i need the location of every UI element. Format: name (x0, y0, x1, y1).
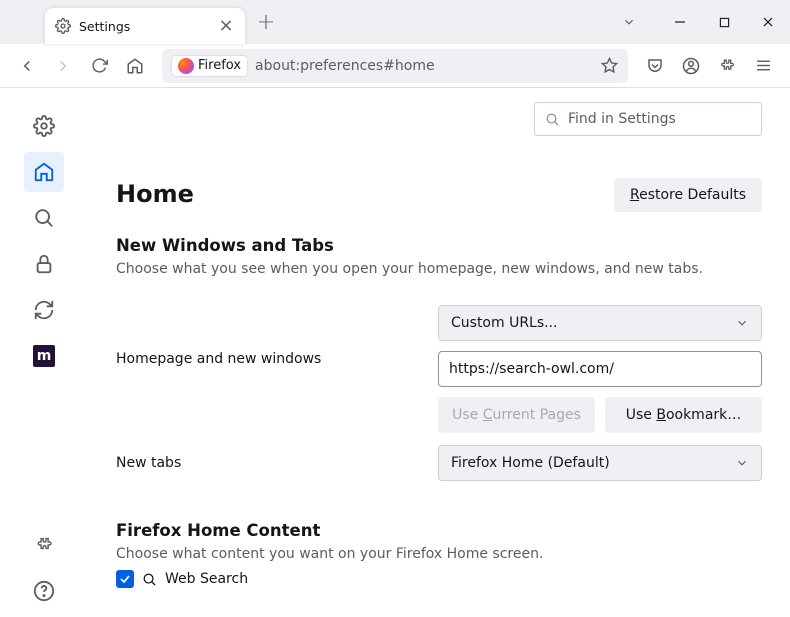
newtabs-select[interactable]: Firefox Home (Default) (438, 445, 762, 481)
url-text: about:preferences#home (255, 58, 435, 74)
sidebar-item-more[interactable]: m (24, 336, 64, 376)
sidebar-item-home[interactable] (24, 152, 64, 192)
reload-button[interactable] (82, 49, 116, 83)
forward-button[interactable] (46, 49, 80, 83)
back-button[interactable] (10, 49, 44, 83)
section-new-windows-tabs: New Windows and Tabs (116, 236, 762, 255)
pocket-button[interactable] (638, 49, 672, 83)
settings-search[interactable]: Find in Settings (534, 102, 762, 136)
search-icon (545, 112, 560, 127)
firefox-badge: Firefox (172, 56, 247, 76)
content: m Find in Settings Home Restore Defaults… (0, 88, 790, 617)
main: Find in Settings Home Restore Defaults N… (88, 88, 790, 617)
search-icon (142, 572, 157, 587)
section-fhc-desc: Choose what content you want on your Fir… (116, 546, 762, 562)
firefox-logo-icon (178, 58, 194, 74)
tab-title: Settings (79, 19, 130, 34)
section-firefox-home-content: Firefox Home Content (116, 521, 762, 540)
home-button[interactable] (118, 49, 152, 83)
extensions-button[interactable] (710, 49, 744, 83)
tab-settings[interactable]: Settings × (45, 8, 245, 44)
close-window-button[interactable] (746, 0, 790, 44)
chevron-down-icon (735, 456, 749, 470)
sidebar-item-help[interactable] (24, 571, 64, 611)
homepage-select[interactable]: Custom URLs... (438, 305, 762, 341)
bookmark-star-icon[interactable] (601, 57, 618, 74)
search-placeholder: Find in Settings (568, 111, 676, 127)
sidebar-item-search[interactable] (24, 198, 64, 238)
checkbox-checked-icon[interactable] (116, 570, 134, 588)
sidebar-item-extensions[interactable] (24, 525, 64, 565)
section-nwt-desc: Choose what you see when you open your h… (116, 261, 762, 277)
tabs-dropdown-icon[interactable] (613, 0, 645, 44)
newtabs-select-value: Firefox Home (Default) (451, 455, 610, 471)
badge-text: Firefox (198, 58, 241, 73)
titlebar: Settings × + (0, 0, 790, 44)
homepage-label: Homepage and new windows (116, 305, 438, 367)
window-controls (658, 0, 790, 44)
account-button[interactable] (674, 49, 708, 83)
url-bar[interactable]: Firefox about:preferences#home (162, 49, 628, 83)
use-bookmark-button[interactable]: Use Bookmark… (605, 397, 762, 433)
sidebar-item-privacy[interactable] (24, 244, 64, 284)
m-icon: m (33, 345, 55, 367)
restore-defaults-button[interactable]: Restore Defaults (614, 178, 762, 212)
maximize-button[interactable] (702, 0, 746, 44)
sidebar-item-sync[interactable] (24, 290, 64, 330)
toolbar: Firefox about:preferences#home (0, 44, 790, 88)
sidebar: m (0, 88, 88, 617)
newtabs-label: New tabs (116, 455, 438, 471)
tab-close-icon[interactable]: × (217, 17, 235, 35)
new-tab-button[interactable]: + (251, 7, 281, 37)
menu-button[interactable] (746, 49, 780, 83)
chevron-down-icon (735, 316, 749, 330)
homepage-select-value: Custom URLs... (451, 315, 558, 331)
homepage-url-input[interactable] (438, 351, 762, 387)
web-search-row[interactable]: Web Search (116, 570, 762, 588)
web-search-label: Web Search (165, 571, 248, 587)
use-current-pages-button[interactable]: Use Current Pages (438, 397, 595, 433)
sidebar-item-general[interactable] (24, 106, 64, 146)
minimize-button[interactable] (658, 0, 702, 44)
gear-icon (55, 18, 71, 34)
